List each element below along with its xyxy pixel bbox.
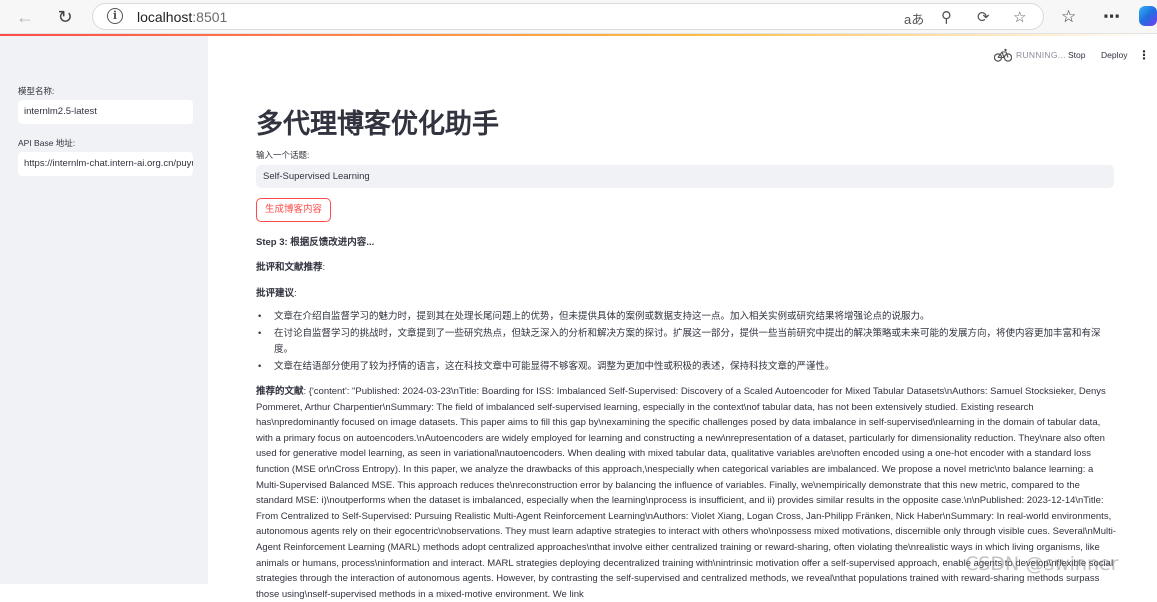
api-base-label: API Base 地址: xyxy=(18,138,76,148)
critique-heading: 批评和文献推荐: xyxy=(256,262,326,273)
deploy-button[interactable]: Deploy xyxy=(1101,50,1127,60)
model-name-input[interactable]: internlm2.5-latest xyxy=(18,100,193,124)
model-name-label: 模型名称: xyxy=(18,86,55,96)
watermark: CSDN @swinner xyxy=(965,553,1119,575)
main-menu-icon[interactable]: ⋮ xyxy=(1138,48,1150,62)
list-item: 文章在介绍自监督学习的魅力时，提到其在处理长尾问题上的优势，但未提供具体的案例或… xyxy=(256,309,1116,325)
running-bicycle-icon xyxy=(994,48,1012,62)
page-title: 多代理博客优化助手 xyxy=(256,109,499,139)
list-item: 文章在结语部分使用了较为抒情的语言，这在科技文章中可能显得不够客观。调整为更加中… xyxy=(256,359,1116,375)
sidebar: 模型名称: internlm2.5-latest API Base 地址: ht… xyxy=(0,36,208,584)
browser-essentials-icon[interactable]: ⟳ xyxy=(977,8,990,26)
favorite-star-icon[interactable]: ☆ xyxy=(1013,8,1026,26)
more-icon[interactable]: ⋯ xyxy=(1103,7,1120,27)
read-aloud-icon[interactable]: aあ xyxy=(904,9,924,28)
running-status: RUNNING... xyxy=(1016,50,1066,60)
suggestions-heading: 批评建议: xyxy=(256,288,297,299)
topic-label: 输入一个话题: xyxy=(256,150,310,160)
url-text: localhost:8501 xyxy=(137,9,228,25)
info-icon[interactable]: i xyxy=(107,8,123,24)
suggestion-list: 文章在介绍自监督学习的魅力时，提到其在处理长尾问题上的优势，但未提供具体的案例或… xyxy=(256,309,1116,376)
zoom-out-icon[interactable]: ⚲ xyxy=(941,8,952,26)
step-status: Step 3: 根据反馈改进内容... xyxy=(256,237,375,248)
topic-input[interactable]: Self-Supervised Learning xyxy=(256,165,1114,188)
browser-toolbar: ← ↻ i localhost:8501 aあ ⚲ ⟳ ☆ ☆ ⋯ xyxy=(0,0,1157,34)
refs-label: 推荐的文献 xyxy=(256,386,304,397)
favorites-icon[interactable]: ☆ xyxy=(1061,7,1076,27)
generate-blog-button[interactable]: 生成博客内容 xyxy=(256,198,331,222)
back-icon[interactable]: ← xyxy=(14,6,36,28)
address-bar[interactable]: i localhost:8501 aあ ⚲ ⟳ ☆ xyxy=(92,3,1044,30)
refresh-icon[interactable]: ↻ xyxy=(54,6,76,28)
list-item: 在讨论自监督学习的挑战时，文章提到了一些研究热点，但缺乏深入的分析和解决方案的探… xyxy=(256,326,1116,358)
copilot-icon[interactable] xyxy=(1139,6,1157,26)
api-base-input[interactable]: https://internlm-chat.intern-ai.org.cn/p… xyxy=(18,152,193,176)
stop-button[interactable]: Stop xyxy=(1068,50,1086,60)
